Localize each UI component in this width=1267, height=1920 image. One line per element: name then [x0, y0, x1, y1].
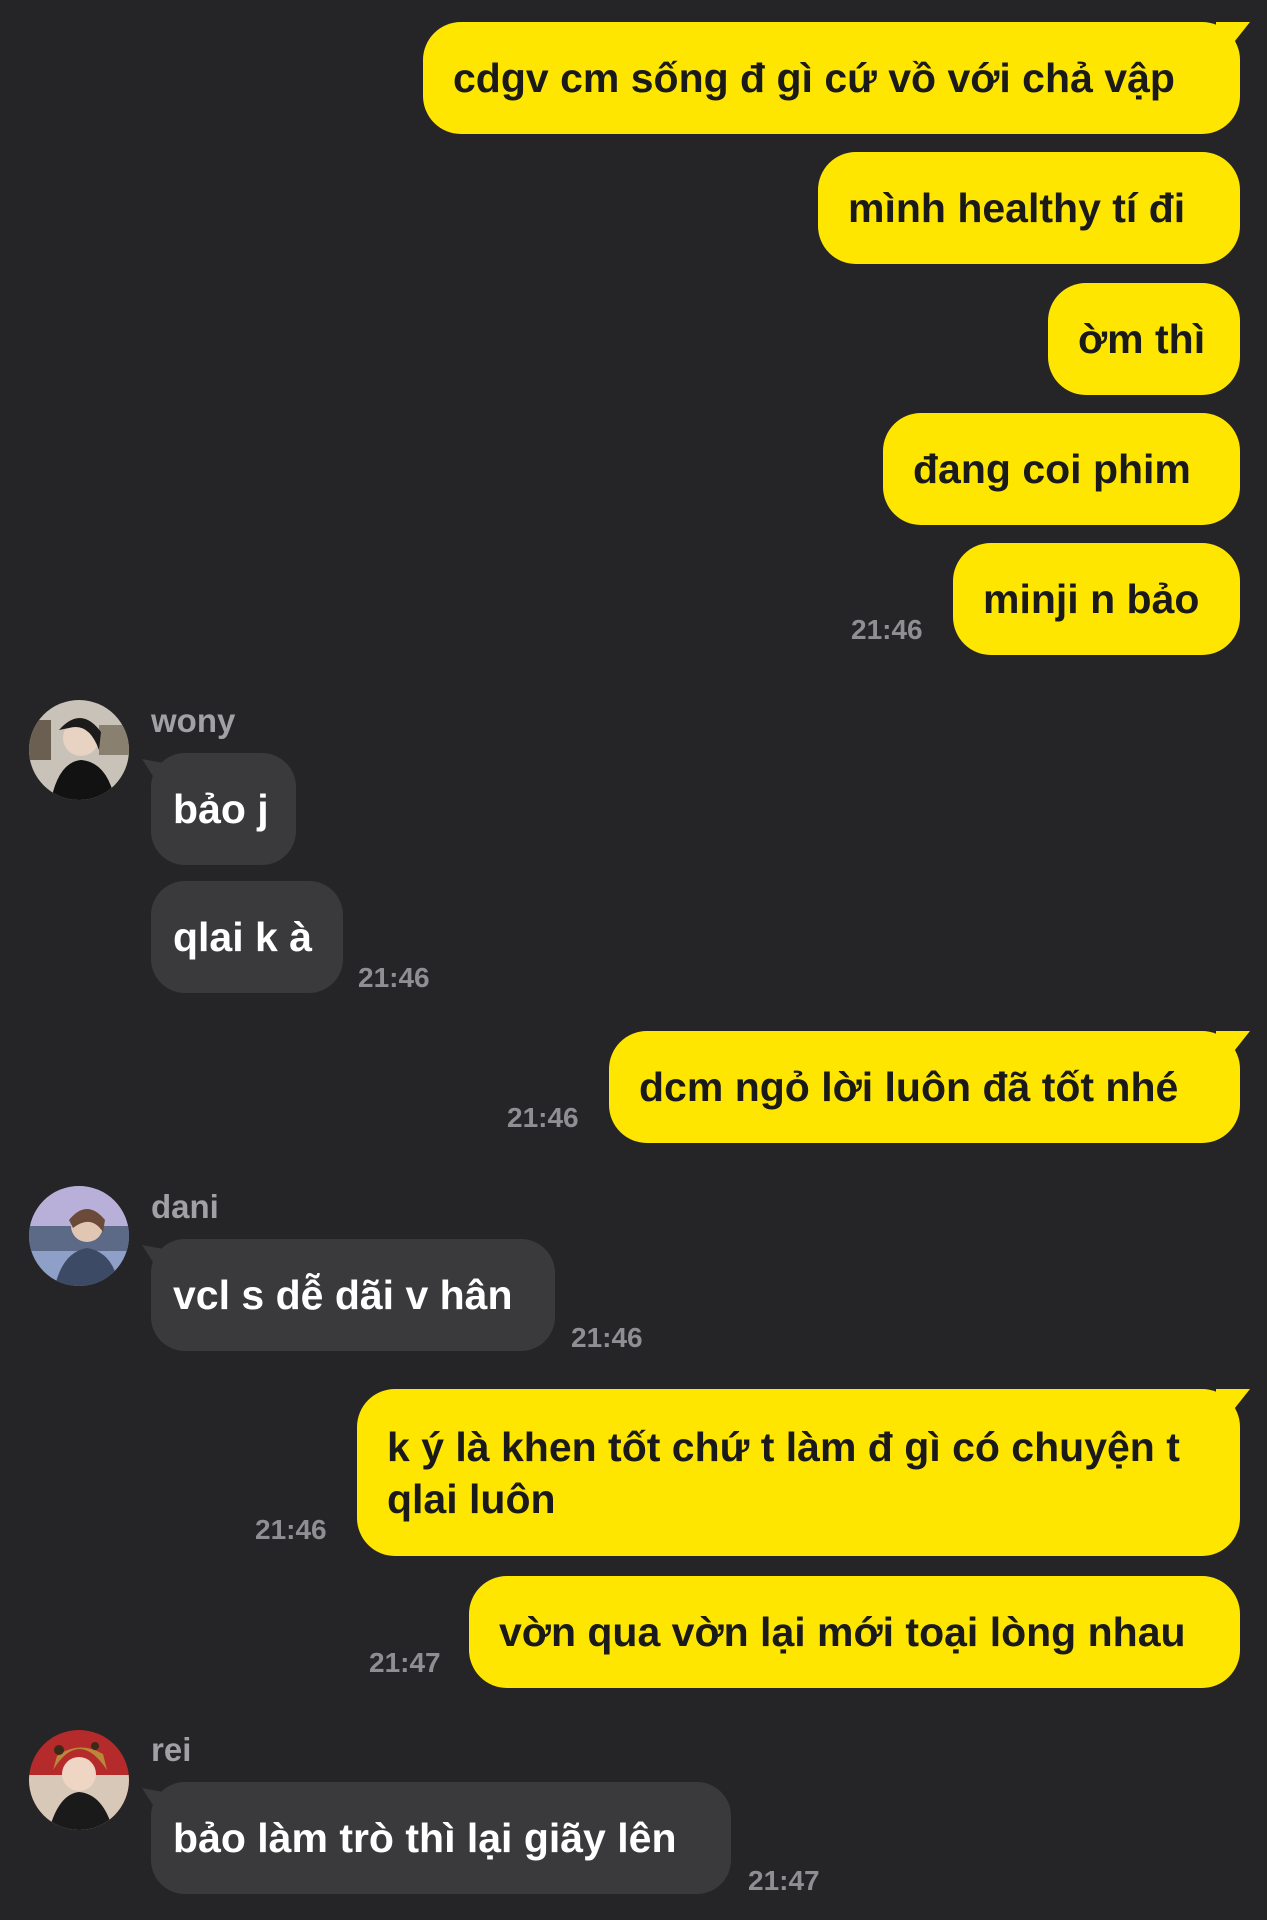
- message-text: dcm ngỏ lời luôn đã tốt nhé: [639, 1064, 1179, 1110]
- message-timestamp: 21:46: [571, 1322, 643, 1353]
- outgoing-message-bubble[interactable]: ờm thì: [1048, 283, 1240, 395]
- outgoing-message-bubble[interactable]: minji n bảo: [953, 543, 1240, 655]
- message-timestamp: 21:46: [851, 614, 923, 645]
- avatar-dani-image: [29, 1186, 129, 1286]
- message-timestamp: 21:47: [748, 1865, 820, 1896]
- outgoing-message-bubble[interactable]: mình healthy tí đi: [818, 152, 1240, 264]
- outgoing-message-bubble[interactable]: k ý là khen tốt chứ t làm đ gì có chuyện…: [357, 1389, 1240, 1556]
- message-text: bảo làm trò thì lại giãy lên: [173, 1815, 677, 1861]
- sender-name: rei: [151, 1731, 192, 1768]
- message-timestamp: 21:46: [358, 962, 430, 993]
- sender-name: wony: [151, 702, 236, 739]
- message-text: vcl s dễ dãi v hân: [173, 1272, 513, 1318]
- avatar-wony-image: [29, 700, 129, 800]
- avatar[interactable]: [29, 1186, 129, 1286]
- message-text: đang coi phim: [913, 446, 1191, 492]
- incoming-message-bubble[interactable]: vcl s dễ dãi v hân: [151, 1239, 555, 1351]
- outgoing-message-bubble[interactable]: cdgv cm sống đ gì cứ vồ với chả vập: [423, 22, 1240, 134]
- message-text: vờn qua vờn lại mới toại lòng nhau: [499, 1609, 1186, 1655]
- outgoing-message-bubble[interactable]: vờn qua vờn lại mới toại lòng nhau: [469, 1576, 1240, 1688]
- incoming-message-bubble[interactable]: qlai k à: [151, 881, 343, 993]
- incoming-message-bubble[interactable]: bảo làm trò thì lại giãy lên: [151, 1782, 731, 1894]
- message-text: bảo j: [173, 786, 269, 832]
- message-text: cdgv cm sống đ gì cứ vồ với chả vập: [453, 55, 1175, 101]
- avatar-rei-image: [29, 1730, 129, 1830]
- message-text: mình healthy tí đi: [848, 185, 1186, 231]
- message-text: qlai k à: [173, 914, 313, 960]
- sender-name: dani: [151, 1188, 219, 1225]
- incoming-message-bubble[interactable]: bảo j: [151, 753, 296, 865]
- message-text: minji n bảo: [983, 576, 1200, 622]
- message-timestamp: 21:46: [507, 1102, 579, 1133]
- message-timestamp: 21:46: [255, 1514, 327, 1545]
- message-timestamp: 21:47: [369, 1647, 441, 1678]
- avatar[interactable]: [29, 1730, 129, 1830]
- outgoing-message-bubble[interactable]: dcm ngỏ lời luôn đã tốt nhé: [609, 1031, 1240, 1143]
- message-text: k ý là khen tốt chứ t làm đ gì có chuyện…: [387, 1423, 1180, 1522]
- message-text: ờm thì: [1078, 316, 1206, 362]
- outgoing-message-bubble[interactable]: đang coi phim: [883, 413, 1240, 525]
- avatar[interactable]: [29, 700, 129, 800]
